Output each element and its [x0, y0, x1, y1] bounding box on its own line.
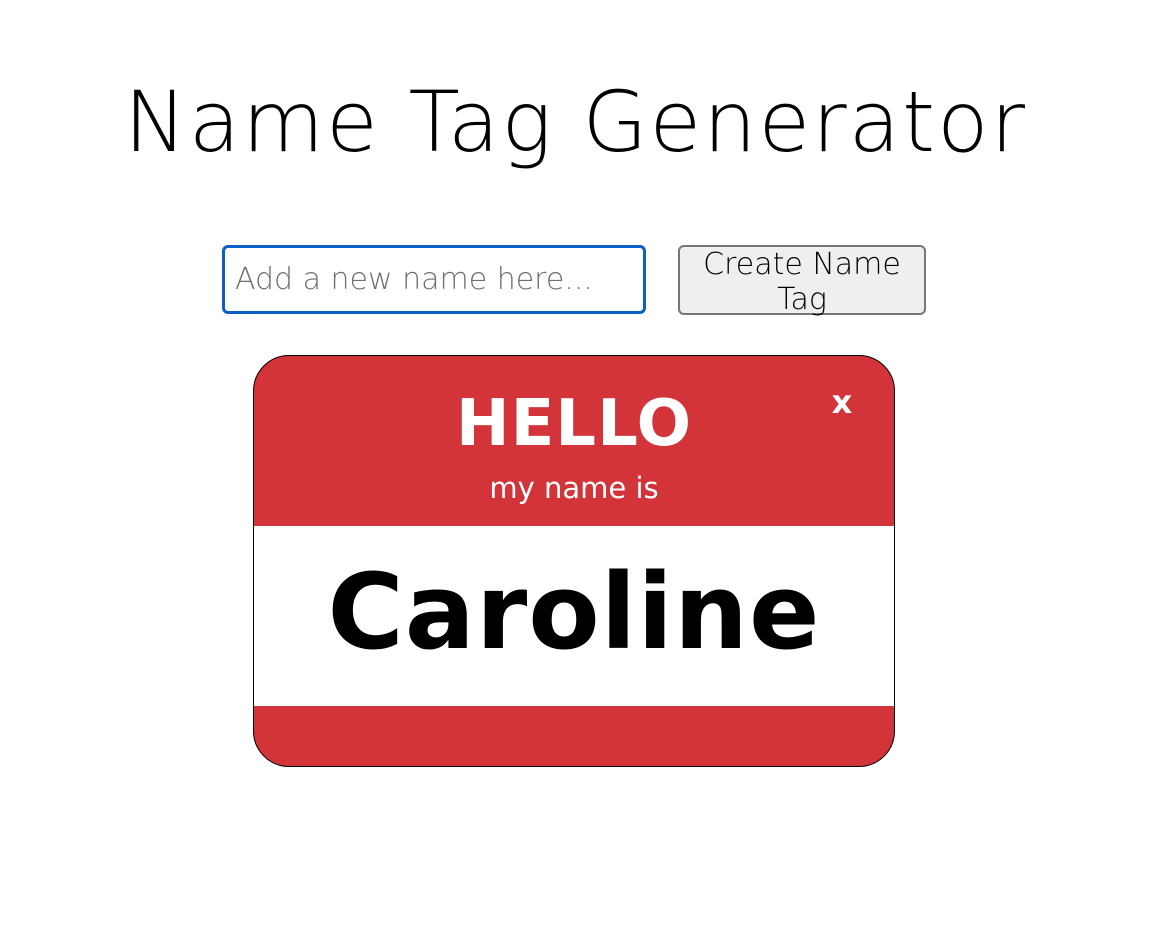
name-tag-greeting: HELLO — [456, 387, 692, 461]
page-title: Name Tag Generator — [123, 73, 1028, 171]
name-input[interactable] — [222, 245, 646, 314]
name-tag-name-area: Caroline — [254, 526, 894, 706]
create-name-tag-button[interactable]: Create Name Tag — [678, 245, 926, 317]
name-tag-form: Create Name Tag — [222, 245, 927, 317]
name-tag-subtitle: my name is — [489, 471, 659, 505]
delete-name-tag-button[interactable]: x — [824, 382, 860, 422]
name-tag-card: HELLO my name is x Caroline — [253, 355, 895, 767]
name-tag-header: HELLO my name is x — [254, 356, 894, 526]
name-tag-name: Caroline — [327, 551, 821, 673]
